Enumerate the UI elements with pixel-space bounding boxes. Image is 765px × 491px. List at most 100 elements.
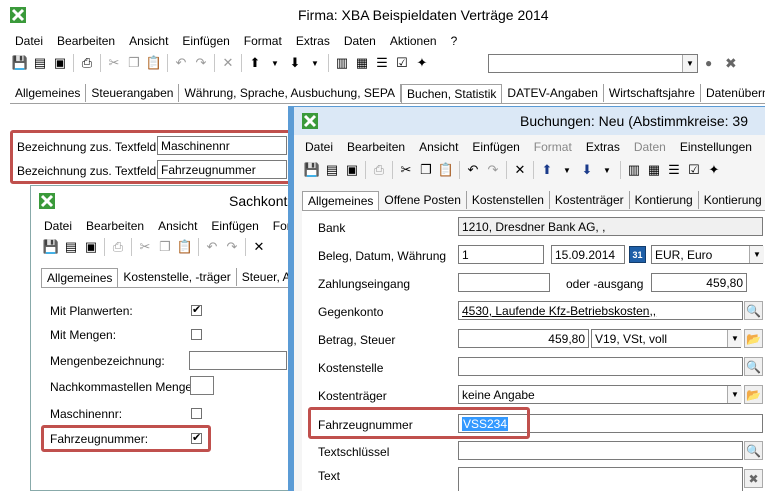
columns-icon[interactable]: ▥ xyxy=(333,54,351,72)
tab-steuerangaben[interactable]: Steuerangaben xyxy=(86,84,180,102)
new-document-icon[interactable]: ▦ xyxy=(353,54,371,72)
clear-filter-icon[interactable]: ✖ xyxy=(725,55,737,72)
kostenstelle-input[interactable] xyxy=(458,357,743,376)
menu-einfuegen[interactable]: Einfügen xyxy=(204,219,265,235)
delete-icon[interactable]: ✕ xyxy=(511,161,529,179)
redo-icon[interactable]: ↷ xyxy=(484,161,502,179)
mit-mengen-checkbox[interactable] xyxy=(191,329,202,340)
ausgang-input[interactable]: 459,80 xyxy=(651,273,747,292)
save-close-icon[interactable]: ▣ xyxy=(51,54,69,72)
list-icon[interactable]: ☰ xyxy=(665,161,683,179)
menu-datei[interactable]: Datei xyxy=(37,219,79,235)
delete-icon[interactable]: ✕ xyxy=(219,54,237,72)
chevron-down-icon[interactable]: ▼ xyxy=(727,386,742,403)
folder-icon[interactable]: 📂 xyxy=(744,385,763,404)
nachkommastellen-input[interactable] xyxy=(190,376,214,395)
menu-ansicht[interactable]: Ansicht xyxy=(412,140,465,156)
save-copy-icon[interactable]: ▤ xyxy=(62,238,80,256)
chevron-down-icon[interactable]: ▼ xyxy=(727,330,742,347)
down-arrow-icon[interactable]: ⬇ xyxy=(286,54,304,72)
menu-more[interactable]: A xyxy=(759,140,765,156)
calendar-icon[interactable]: 31 xyxy=(629,246,646,263)
cut-icon[interactable]: ✂ xyxy=(397,161,415,179)
menu-help[interactable]: ? xyxy=(444,34,465,50)
menu-extras[interactable]: Extras xyxy=(579,140,627,156)
search-icon[interactable]: ● xyxy=(705,56,712,70)
checklist-icon[interactable]: ☑ xyxy=(685,161,703,179)
copy-icon[interactable]: ❐ xyxy=(156,238,174,256)
menu-datei[interactable]: Datei xyxy=(298,140,340,156)
save-close-icon[interactable]: ▣ xyxy=(82,238,100,256)
zahlungseingang-input[interactable] xyxy=(458,273,550,292)
menu-extras[interactable]: Extras xyxy=(289,34,337,50)
menu-format[interactable]: Format xyxy=(237,34,289,50)
gegenkonto-input[interactable]: 4530, Laufende Kfz-Betriebskosten,, xyxy=(458,301,743,320)
menu-datei[interactable]: Datei xyxy=(8,34,50,50)
menu-daten[interactable]: Daten xyxy=(627,140,673,156)
tab-allgemeines[interactable]: Allgemeines xyxy=(41,268,119,287)
tab-kontierung[interactable]: Kontierung xyxy=(630,191,699,209)
tab-kostentraeger[interactable]: Kostenträger xyxy=(550,191,630,209)
save-icon[interactable]: 💾 xyxy=(303,161,321,179)
kostentraeger-select[interactable]: keine Angabe xyxy=(458,385,741,404)
redo-icon[interactable]: ↷ xyxy=(192,54,210,72)
tab-allgemeines[interactable]: Allgemeines xyxy=(302,191,380,210)
menu-einfuegen[interactable]: Einfügen xyxy=(175,34,236,50)
copy-icon[interactable]: ❐ xyxy=(417,161,435,179)
menu-einfuegen[interactable]: Einfügen xyxy=(465,140,526,156)
search-icon[interactable]: 🔍 xyxy=(744,441,763,460)
textschluessel-input[interactable] xyxy=(458,441,743,460)
paste-icon[interactable]: 📋 xyxy=(437,161,455,179)
delete-icon[interactable]: ✕ xyxy=(250,238,268,256)
chevron-down-icon[interactable]: ▼ xyxy=(558,161,576,179)
menu-bearbeiten[interactable]: Bearbeiten xyxy=(50,34,122,50)
cancel-icon[interactable]: ✖ xyxy=(744,469,763,488)
tab-kontierung-kst[interactable]: Kontierung KSt xyxy=(699,191,765,209)
chevron-down-icon[interactable]: ▼ xyxy=(306,54,324,72)
search-icon[interactable]: 🔍 xyxy=(744,357,763,376)
toolbar-search-combo[interactable]: ▼ xyxy=(488,54,698,73)
tab-buchen-statistik[interactable]: Buchen, Statistik xyxy=(401,84,503,103)
print-icon[interactable]: ⎙ xyxy=(78,54,96,72)
menu-ansicht[interactable]: Ansicht xyxy=(122,34,175,50)
paste-icon[interactable]: 📋 xyxy=(176,238,194,256)
copy-icon[interactable]: ❐ xyxy=(125,54,143,72)
tab-waehrung[interactable]: Währung, Sprache, Ausbuchung, SEPA xyxy=(179,84,402,102)
tab-allgemeines[interactable]: Allgemeines xyxy=(10,84,87,102)
folder-icon[interactable]: 📂 xyxy=(744,329,763,348)
save-copy-icon[interactable]: ▤ xyxy=(31,54,49,72)
undo-icon[interactable]: ↶ xyxy=(203,238,221,256)
beleg-input[interactable]: 1 xyxy=(458,245,544,264)
down-arrow-icon[interactable]: ⬇ xyxy=(578,161,596,179)
list-icon[interactable]: ☰ xyxy=(373,54,391,72)
undo-icon[interactable]: ↶ xyxy=(172,54,190,72)
mit-planwerten-checkbox[interactable]: ✔ xyxy=(191,305,202,316)
mengenbezeichnung-input[interactable] xyxy=(189,351,287,370)
checklist-icon[interactable]: ☑ xyxy=(393,54,411,72)
betrag-input[interactable]: 459,80 xyxy=(458,329,589,348)
tab-wirtschaftsjahre[interactable]: Wirtschaftsjahre xyxy=(604,84,701,102)
save-copy-icon[interactable]: ▤ xyxy=(323,161,341,179)
save-icon[interactable]: 💾 xyxy=(11,54,29,72)
maschinennr-checkbox[interactable] xyxy=(191,408,202,419)
cut-icon[interactable]: ✂ xyxy=(136,238,154,256)
bank-field[interactable]: 1210, Dresdner Bank AG, , xyxy=(458,217,763,236)
print-icon[interactable]: ⎙ xyxy=(370,161,388,179)
chevron-down-icon[interactable]: ▼ xyxy=(749,246,764,263)
menu-bearbeiten[interactable]: Bearbeiten xyxy=(340,140,412,156)
tab-datev[interactable]: DATEV-Angaben xyxy=(502,84,604,102)
menu-einstellungen[interactable]: Einstellungen xyxy=(673,140,759,156)
menu-aktionen[interactable]: Aktionen xyxy=(383,34,444,50)
waehrung-select[interactable]: EUR, Euro xyxy=(651,245,763,264)
chevron-down-icon[interactable]: ▼ xyxy=(266,54,284,72)
up-arrow-icon[interactable]: ⬆ xyxy=(246,54,264,72)
print-icon[interactable]: ⎙ xyxy=(109,238,127,256)
paste-icon[interactable]: 📋 xyxy=(145,54,163,72)
up-arrow-icon[interactable]: ⬆ xyxy=(538,161,556,179)
tab-offene-posten[interactable]: Offene Posten xyxy=(379,191,467,209)
chevron-down-icon[interactable]: ▼ xyxy=(682,55,697,72)
chevron-down-icon[interactable]: ▼ xyxy=(598,161,616,179)
redo-icon[interactable]: ↷ xyxy=(223,238,241,256)
stamp-icon[interactable]: ✦ xyxy=(413,54,431,72)
undo-icon[interactable]: ↶ xyxy=(464,161,482,179)
